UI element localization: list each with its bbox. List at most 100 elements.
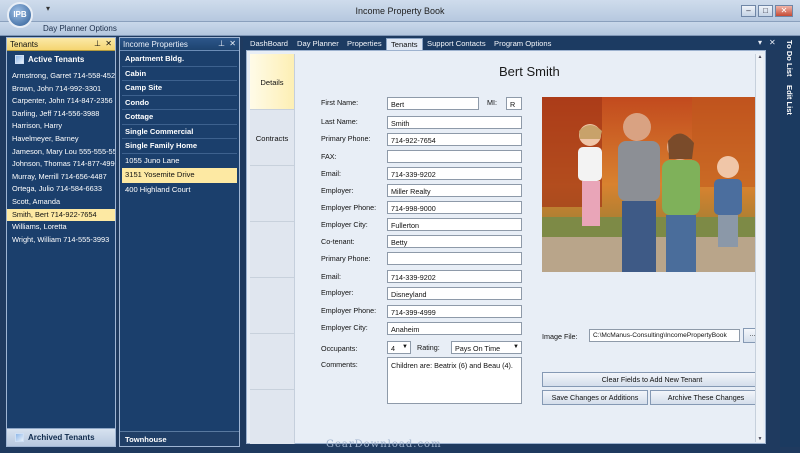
- co-employer-phone-label: Employer Phone:: [321, 306, 377, 315]
- group-icon: [15, 54, 24, 64]
- rating-value: Pays On Time: [455, 344, 501, 353]
- tenant-item[interactable]: Scott, Amanda: [7, 196, 115, 209]
- fax-field[interactable]: [387, 150, 522, 163]
- chevron-down-icon: ▼: [402, 344, 408, 350]
- minimize-button[interactable]: –: [741, 5, 756, 17]
- clear-fields-button[interactable]: Clear Fields to Add New Tenant: [542, 372, 762, 387]
- tenant-item[interactable]: Wright, William 714-555-3993: [7, 234, 115, 247]
- side-tab-empty: [250, 278, 294, 334]
- tenant-item[interactable]: Harrison, Harry: [7, 120, 115, 133]
- properties-panel-title: Income Properties: [123, 40, 188, 49]
- right-side-panel-bar: To Do List Edit List: [780, 37, 800, 447]
- first-name-field[interactable]: Bert: [387, 97, 479, 110]
- co-primary-phone-label: Primary Phone:: [321, 254, 371, 263]
- property-category[interactable]: Cabin: [122, 67, 237, 81]
- co-employer-label: Employer:: [321, 288, 354, 297]
- property-category[interactable]: Condo: [122, 96, 237, 110]
- mi-field[interactable]: R: [506, 97, 522, 110]
- last-name-field[interactable]: Smith: [387, 116, 522, 129]
- tenants-panel-header: Tenants ⊥ ✕: [7, 38, 115, 51]
- property-category[interactable]: Camp Site: [122, 81, 237, 96]
- tab-program-options[interactable]: Program Options: [490, 38, 555, 50]
- family-photo-image: [542, 97, 762, 272]
- save-changes-button[interactable]: Save Changes or Additions: [542, 390, 648, 405]
- close-icon[interactable]: ✕: [105, 39, 112, 48]
- ribbon-bar: Day Planner Options: [0, 22, 800, 36]
- employer-field[interactable]: Miller Realty: [387, 184, 522, 197]
- mi-label: MI:: [487, 98, 497, 107]
- ribbon-tab-day-planner-options[interactable]: Day Planner Options: [43, 24, 117, 33]
- title-bar: IPB ▾ Income Property Book – □ ✕: [0, 0, 800, 28]
- rating-select[interactable]: Pays On Time ▼: [451, 341, 522, 354]
- primary-phone-field[interactable]: 714-922-7654: [387, 133, 522, 146]
- co-primary-phone-field[interactable]: [387, 252, 522, 265]
- tenant-item[interactable]: Darling, Jeff 714-556-3988: [7, 108, 115, 121]
- cotenant-label: Co-tenant:: [321, 237, 355, 246]
- close-icon[interactable]: ✕: [229, 39, 236, 48]
- tenant-item[interactable]: Ortega, Julio 714-584-6633: [7, 183, 115, 196]
- active-tenants-header[interactable]: Active Tenants: [7, 51, 115, 67]
- co-employer-field[interactable]: Disneyland: [387, 287, 522, 300]
- tenant-item[interactable]: Jameson, Mary Lou 555-555-5555: [7, 146, 115, 159]
- scroll-down-icon[interactable]: ▼: [756, 436, 764, 442]
- archive-changes-button[interactable]: Archive These Changes: [650, 390, 762, 405]
- tenant-item[interactable]: Williams, Loretta: [7, 221, 115, 234]
- app-logo-button[interactable]: IPB: [7, 2, 33, 28]
- tenant-item[interactable]: Murray, Merrill 714-656-4487: [7, 171, 115, 184]
- tenant-item[interactable]: Carpenter, John 714-847-2356: [7, 95, 115, 108]
- last-name-label: Last Name:: [321, 117, 358, 126]
- to-do-list-tab[interactable]: To Do List: [785, 40, 794, 77]
- co-email-field[interactable]: 714-339-9202: [387, 270, 522, 283]
- property-category[interactable]: Single Commercial: [122, 125, 237, 139]
- close-tab-icon[interactable]: ✕: [769, 38, 776, 47]
- income-properties-panel: Income Properties ⊥ ✕ Apartment Bldg. Ca…: [119, 37, 240, 447]
- pin-icon[interactable]: ⊥: [218, 39, 225, 48]
- property-category[interactable]: Single Family Home: [122, 139, 237, 154]
- employer-city-field[interactable]: Fullerton: [387, 218, 522, 231]
- occupants-label: Occupants:: [321, 344, 358, 353]
- tab-list-dropdown-icon[interactable]: ▾: [758, 38, 762, 47]
- tab-properties[interactable]: Properties: [343, 38, 386, 50]
- side-tab-contracts[interactable]: Contracts: [250, 110, 294, 166]
- tenant-item[interactable]: Havelmeyer, Barney: [7, 133, 115, 146]
- tenant-item[interactable]: Johnson, Thomas 714-877-4990: [7, 158, 115, 171]
- tab-support-contacts[interactable]: Support Contacts: [423, 38, 490, 50]
- side-tab-details[interactable]: Details: [250, 54, 294, 110]
- property-item[interactable]: 400 Highland Court: [122, 183, 237, 198]
- chevron-down-icon: ▼: [513, 344, 519, 350]
- tab-day-planner[interactable]: Day Planner: [293, 38, 343, 50]
- co-employer-phone-field[interactable]: 714-399-4999: [387, 305, 522, 318]
- employer-city-label: Employer City:: [321, 220, 368, 229]
- property-item-selected[interactable]: 3151 Yosemite Drive: [122, 168, 237, 183]
- tenant-item-selected[interactable]: Smith, Bert 714-922-7654: [7, 208, 115, 222]
- property-category[interactable]: Cottage: [122, 110, 237, 125]
- archived-tenants-button[interactable]: Archived Tenants: [7, 428, 115, 446]
- vertical-scrollbar[interactable]: ▲ ▼: [755, 54, 763, 442]
- townhouse-category[interactable]: Townhouse: [120, 431, 239, 446]
- property-item[interactable]: 1055 Juno Lane: [122, 154, 237, 169]
- co-employer-city-field[interactable]: Anaheim: [387, 322, 522, 335]
- cotenant-field[interactable]: Betty: [387, 235, 522, 248]
- tenant-item[interactable]: Brown, John 714-992-3301: [7, 83, 115, 96]
- pin-icon[interactable]: ⊥: [94, 39, 101, 48]
- tenant-photo: [542, 97, 762, 272]
- close-window-button[interactable]: ✕: [775, 5, 793, 17]
- occupants-value: 4: [391, 344, 395, 353]
- archived-tenants-label: Archived Tenants: [28, 433, 95, 442]
- employer-phone-field[interactable]: 714-998-9000: [387, 201, 522, 214]
- tab-tenants[interactable]: Tenants: [386, 38, 423, 50]
- image-file-field[interactable]: C:\McManus-Consulting\IncomePropertyBook: [589, 329, 740, 342]
- occupants-select[interactable]: 4 ▼: [387, 341, 411, 354]
- tab-dashboard[interactable]: DashBoard: [246, 38, 292, 50]
- tenant-item[interactable]: Armstrong, Garret 714-558-4521: [7, 70, 115, 83]
- comments-textarea[interactable]: Children are: Beatrix (6) and Beau (4).: [387, 357, 522, 404]
- email-field[interactable]: 714-339-9202: [387, 167, 522, 180]
- side-tab-empty: [250, 222, 294, 278]
- scroll-up-icon[interactable]: ▲: [756, 54, 764, 60]
- property-category[interactable]: Apartment Bldg.: [122, 52, 237, 67]
- tenants-panel-title: Tenants: [10, 40, 39, 49]
- tenant-name-heading: Bert Smith: [499, 64, 560, 79]
- window-title: Income Property Book: [355, 6, 445, 16]
- maximize-button[interactable]: □: [758, 5, 773, 17]
- edit-list-tab[interactable]: Edit List: [785, 85, 794, 115]
